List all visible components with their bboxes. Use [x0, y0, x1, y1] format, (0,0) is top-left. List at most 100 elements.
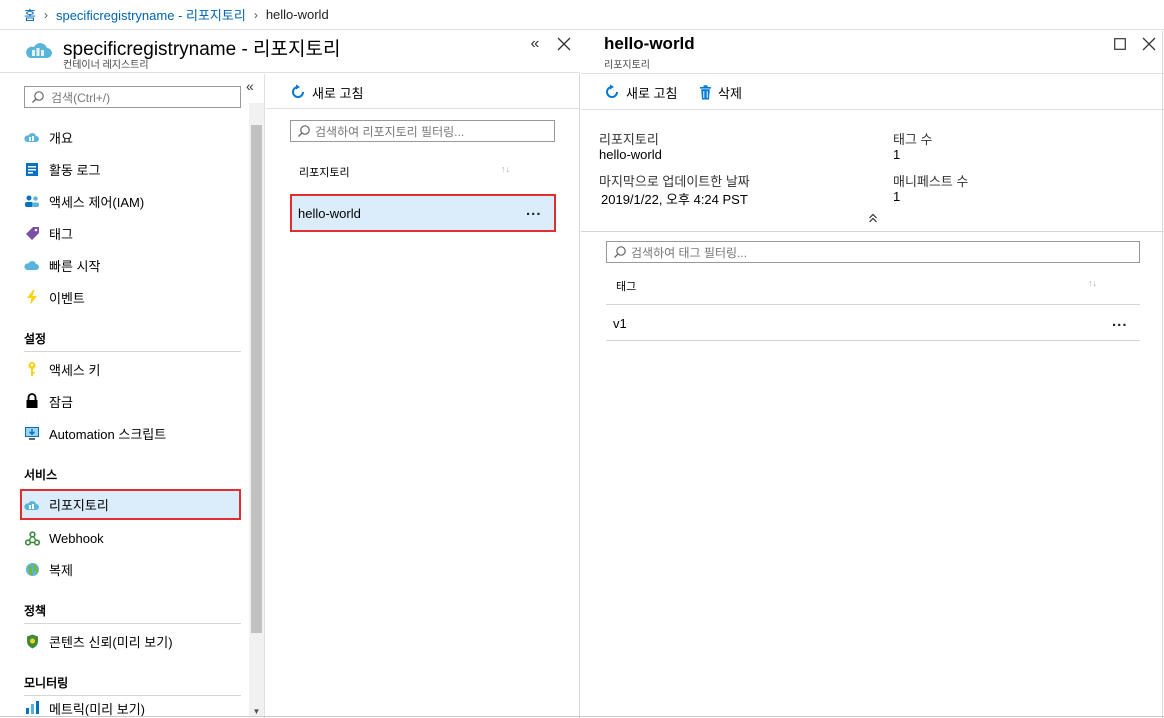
repository-row[interactable]: hello-world ...: [290, 194, 556, 232]
lock-icon: [24, 393, 40, 409]
repository-filter-input[interactable]: 검색하여 리포지토리 필터링...: [290, 120, 555, 142]
webhook-icon: [24, 530, 40, 546]
sidebar-item-automation-script[interactable]: Automation 스크립트: [20, 418, 241, 448]
sort-icon[interactable]: ↑↓: [1088, 278, 1097, 288]
detail-header-divider: [581, 73, 1164, 74]
essentials-tag-count-label: 태그 수: [893, 132, 933, 147]
tag-icon: [24, 225, 40, 241]
sidebar-item-iam[interactable]: 액세스 제어(IAM): [20, 186, 241, 216]
close-detail-icon[interactable]: [1139, 34, 1159, 54]
repository-icon: [24, 497, 40, 513]
essentials-tag-count-value: 1: [893, 147, 901, 162]
sidebar-item-replication[interactable]: 복제: [20, 554, 241, 584]
section-divider: [24, 351, 241, 352]
toolbar-divider: [266, 108, 580, 109]
collapse-sidebar-icon[interactable]: «: [246, 78, 254, 94]
sidebar-item-locks[interactable]: 잠금: [20, 386, 241, 416]
essentials-repository-value: hello-world: [599, 147, 662, 162]
refresh-label: 새로 고침: [312, 85, 364, 101]
container-registry-icon: [26, 43, 52, 58]
sidebar-item-label: 빠른 시작: [49, 258, 101, 274]
sidebar-item-label: 개요: [49, 130, 73, 146]
sidebar-item-label: 콘텐츠 신뢰(미리 보기): [49, 634, 173, 650]
repository-column-header[interactable]: 리포지토리: [299, 164, 350, 180]
essentials-divider: [581, 231, 1164, 232]
search-icon: [298, 125, 310, 137]
close-blade-icon[interactable]: [554, 34, 574, 54]
repository-name: hello-world: [298, 205, 361, 221]
breadcrumb-chevron-icon: ›: [43, 7, 48, 22]
monitor-download-icon: [24, 425, 40, 441]
tag-filter-input[interactable]: 검색하여 태그 필터링...: [606, 241, 1140, 263]
detail-toolbar-divider: [581, 109, 1164, 110]
sidebar-search-input[interactable]: 검색(Ctrl+/): [24, 86, 241, 108]
sidebar-item-label: 태그: [49, 226, 73, 242]
left-blade-subtitle: 컨테이너 레지스트리: [63, 60, 149, 71]
section-label-services: 서비스: [24, 468, 58, 482]
breadcrumb-home-link[interactable]: 홈: [24, 5, 36, 24]
essentials-manifest-count-value: 1: [893, 189, 901, 204]
sidebar-item-label: 메트릭(미리 보기): [49, 702, 145, 716]
people-icon: [24, 193, 40, 209]
delete-label: 삭제: [718, 85, 742, 101]
search-icon: [614, 246, 626, 258]
sidebar-item-content-trust[interactable]: 콘텐츠 신뢰(미리 보기): [20, 626, 241, 656]
window-right-border: [1162, 31, 1163, 718]
collapse-blade-icon[interactable]: «: [525, 34, 545, 54]
sidebar-item-label: 리포지토리: [49, 498, 109, 513]
tag-name: v1: [613, 316, 627, 331]
sidebar-item-activity-log[interactable]: 활동 로그: [20, 154, 241, 184]
more-options-icon[interactable]: ...: [526, 202, 542, 219]
key-icon: [24, 361, 40, 377]
tag-row[interactable]: v1 ...: [606, 305, 1140, 340]
essentials-repository-label: 리포지토리: [599, 132, 659, 147]
essentials-last-updated-label: 마지막으로 업데이트한 날짜: [599, 174, 750, 189]
search-icon: [32, 91, 44, 103]
tag-filter-placeholder: 검색하여 태그 필터링...: [631, 245, 748, 260]
essentials-manifest-count-label: 매니페스트 수: [893, 174, 969, 189]
sidebar-item-label: 복제: [49, 562, 73, 578]
breadcrumb-registry-link[interactable]: specificregistryname - 리포지토리: [56, 5, 246, 24]
section-label-settings: 설정: [24, 332, 47, 346]
detail-title: hello-world: [604, 34, 695, 53]
sidebar-item-label: 액세스 제어(IAM): [49, 194, 145, 210]
collapse-essentials-icon[interactable]: [866, 211, 880, 225]
sidebar-item-events[interactable]: 이벤트: [20, 282, 241, 312]
section-divider: [24, 623, 241, 624]
delete-button[interactable]: 삭제: [699, 82, 742, 102]
trash-icon: [699, 84, 712, 100]
globe-icon: [24, 561, 40, 577]
refresh-button[interactable]: 새로 고침: [290, 82, 363, 102]
sidebar-item-label: Automation 스크립트: [49, 426, 167, 442]
detail-refresh-button[interactable]: 새로 고침: [604, 82, 677, 102]
lightning-icon: [24, 289, 40, 305]
sort-icon[interactable]: ↑↓: [501, 164, 510, 174]
sidebar-item-quickstart[interactable]: 빠른 시작: [20, 250, 241, 280]
essentials-last-updated-value: 2019/1/22, 오후 4:24 PST: [601, 192, 748, 207]
sidebar-item-tags[interactable]: 태그: [20, 218, 241, 248]
breadcrumb-current: hello-world: [265, 7, 329, 22]
metrics-icon: [24, 699, 40, 715]
sidebar-scrollbar-thumb[interactable]: [251, 125, 262, 633]
sidebar-item-metrics[interactable]: 메트릭(미리 보기): [20, 699, 241, 716]
activity-log-icon: [24, 161, 40, 177]
maximize-icon[interactable]: [1110, 34, 1130, 54]
sidebar-item-label: 이벤트: [49, 290, 85, 306]
section-divider: [24, 695, 241, 696]
repository-detail-panel: [581, 31, 1164, 718]
sidebar-item-overview[interactable]: 개요: [20, 122, 241, 152]
sidebar-item-webhook[interactable]: Webhook: [20, 523, 241, 553]
detail-subtitle: 리포지토리: [604, 60, 650, 71]
sidebar-item-access-keys[interactable]: 액세스 키: [20, 354, 241, 384]
more-options-icon[interactable]: ...: [1112, 313, 1128, 330]
sidebar-item-repositories[interactable]: 리포지토리: [20, 489, 241, 520]
sidebar-item-label: Webhook: [49, 530, 104, 546]
section-label-monitoring: 모니터링: [24, 676, 69, 690]
breadcrumb: 홈 › specificregistryname - 리포지토리 › hello…: [0, 0, 1164, 30]
sidebar-item-label: 활동 로그: [49, 162, 101, 178]
tag-column-header[interactable]: 태그: [616, 278, 636, 294]
detail-refresh-label: 새로 고침: [626, 85, 678, 101]
section-label-policies: 정책: [24, 604, 47, 618]
shield-icon: [24, 633, 40, 649]
repository-filter-placeholder: 검색하여 리포지토리 필터링...: [315, 124, 465, 139]
